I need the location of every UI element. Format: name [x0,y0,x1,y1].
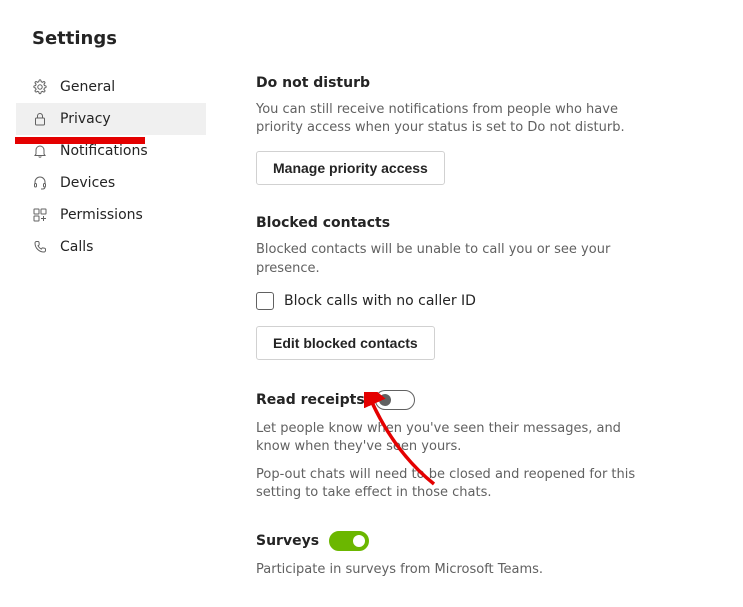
page-title: Settings [32,28,743,49]
dnd-desc: You can still receive notifications from… [256,101,656,137]
blocked-title: Blocked contacts [256,215,656,231]
read-receipts-toggle[interactable] [375,390,415,410]
toggle-knob [353,535,365,547]
block-no-caller-id-checkbox[interactable]: Block calls with no caller ID [256,292,656,310]
gear-icon [32,79,48,95]
settings-sidebar: General Privacy Notifi [16,71,206,593]
headset-icon [32,175,48,191]
surveys-title: Surveys [256,533,319,549]
checkbox-label: Block calls with no caller ID [284,293,476,309]
bell-icon [32,143,48,159]
lock-icon [32,111,48,127]
toggle-knob [379,394,391,406]
sidebar-item-label: Permissions [60,207,143,223]
read-receipts-desc-1: Let people know when you've seen their m… [256,420,656,456]
read-receipts-title: Read receipts [256,392,365,408]
blocked-desc: Blocked contacts will be unable to call … [256,241,656,277]
sidebar-item-general[interactable]: General [16,71,206,103]
sidebar-item-label: Privacy [60,111,111,127]
surveys-desc: Participate in surveys from Microsoft Te… [256,561,656,579]
annotation-red-underline [15,137,145,144]
sidebar-item-label: Calls [60,239,93,255]
sidebar-item-devices[interactable]: Devices [16,167,206,199]
sidebar-item-calls[interactable]: Calls [16,231,206,263]
sidebar-item-permissions[interactable]: Permissions [16,199,206,231]
checkbox-box [256,292,274,310]
edit-blocked-contacts-button[interactable]: Edit blocked contacts [256,326,435,360]
dnd-title: Do not disturb [256,75,656,91]
privacy-panel: Do not disturb You can still receive not… [206,71,656,593]
manage-priority-access-button[interactable]: Manage priority access [256,151,445,185]
sidebar-item-label: General [60,79,115,95]
apps-icon [32,207,48,223]
surveys-toggle[interactable] [329,531,369,551]
sidebar-item-privacy[interactable]: Privacy [16,103,206,135]
phone-icon [32,239,48,255]
sidebar-item-label: Devices [60,175,115,191]
read-receipts-desc-2: Pop-out chats will need to be closed and… [256,466,656,502]
sidebar-item-label: Notifications [60,143,148,159]
